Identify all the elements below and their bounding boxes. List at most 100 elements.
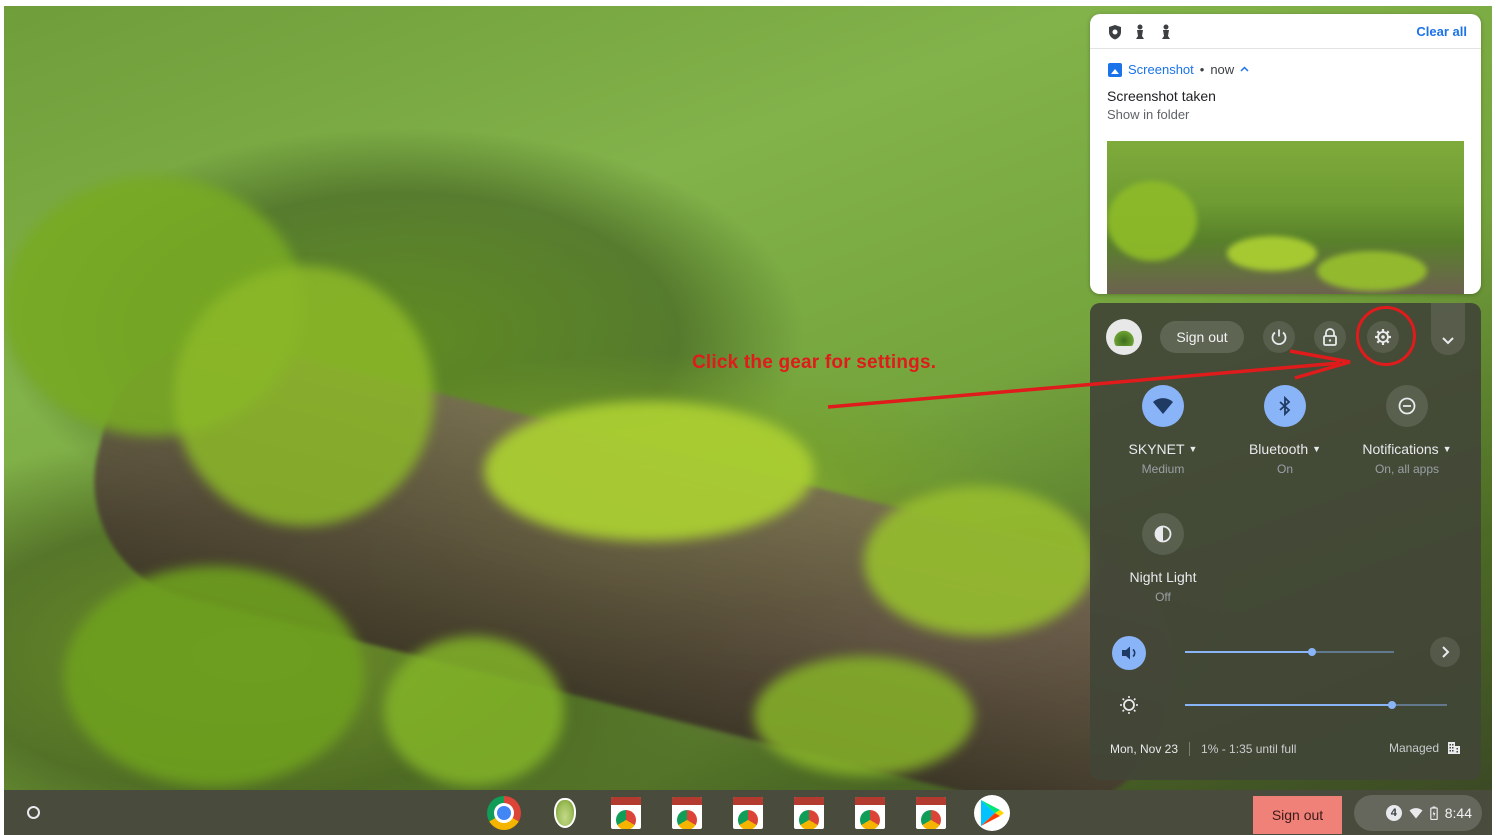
brightness-button[interactable] [1112,688,1146,722]
notifications-status: On, all apps [1374,462,1440,476]
chevron-up-icon[interactable] [1240,64,1249,75]
network-name: SKYNET [1128,441,1185,457]
pawn-icon [1134,24,1148,40]
network-label[interactable]: SKYNET ▼ [1108,441,1218,457]
wifi-icon [1409,808,1423,819]
night-light-label[interactable]: Night Light [1108,569,1218,585]
web-app-icon [611,797,641,829]
bluetooth-name: Bluetooth [1248,441,1309,457]
play-store-app[interactable] [974,795,1010,831]
gear-icon [1375,329,1391,345]
footer-divider [1189,742,1191,756]
web-app-2[interactable] [669,795,705,831]
image-icon [1108,62,1122,77]
wallpaper-moss [864,486,1094,636]
night-light-toggle[interactable] [1142,513,1184,555]
pawn-icon [1160,24,1174,40]
notification-separator: • [1199,62,1205,77]
battery-charging-icon [1429,806,1438,820]
volume-mute-button[interactable] [1112,636,1146,670]
date-label[interactable]: Mon, Nov 23 [1110,742,1178,756]
network-status: Medium [1141,462,1185,476]
show-in-folder-link[interactable]: Show in folder [1107,107,1189,122]
network-toggle[interactable] [1142,385,1184,427]
quick-settings-footer: Mon, Nov 23 1% - 1:35 until full [1110,742,1296,756]
night-light-icon [1154,525,1172,543]
caret-down-icon: ▼ [1442,444,1452,454]
bluetooth-status: On [1276,462,1293,476]
collapse-button[interactable] [1431,303,1465,355]
volume-icon [1122,646,1136,660]
web-app-6[interactable] [913,795,949,831]
tile-bluetooth: Bluetooth ▼ On [1230,385,1340,476]
brightness-slider-thumb[interactable] [1387,701,1396,709]
web-app-icon [855,797,885,829]
settings-button[interactable] [1367,321,1399,353]
web-app-1[interactable] [608,795,644,831]
sign-out-button[interactable]: Sign out [1160,321,1244,353]
thumbnail-moss [1107,181,1197,261]
caret-down-icon: ▼ [1312,444,1322,454]
notifications-toggle[interactable] [1386,385,1428,427]
pear-deck-icon [554,798,576,828]
notification-count-badge: 4 [1385,805,1402,821]
lock-button[interactable] [1314,321,1346,353]
shield-icon [1108,24,1122,40]
status-area[interactable]: 4 8:44 [1354,795,1482,831]
pear-deck-app[interactable] [547,795,583,831]
clock: 8:44 [1444,805,1472,821]
web-app-icon [794,797,824,829]
chrome-app[interactable] [486,795,522,831]
thumbnail-moss [1317,251,1427,291]
screenshot-thumbnail[interactable] [1107,141,1464,294]
do-not-disturb-icon [1398,397,1416,415]
web-app-3[interactable] [730,795,766,831]
bluetooth-label[interactable]: Bluetooth ▼ [1230,441,1340,457]
notification-center: Clear all Screenshot • now Screenshot ta… [1090,14,1481,294]
wallpaper-moss [174,266,434,526]
notification-header: Clear all [1090,14,1481,49]
avatar[interactable] [1106,319,1142,355]
volume-slider-track[interactable] [1312,651,1394,653]
avatar-image [1114,328,1134,346]
power-icon [1271,329,1287,346]
launcher-icon [26,805,40,819]
managed-indicator[interactable]: Managed [1389,741,1461,755]
power-button[interactable] [1263,321,1295,353]
web-app-icon [916,797,946,829]
tile-network: SKYNET ▼ Medium [1108,385,1218,476]
wallpaper-moss [484,401,814,541]
shelf-sign-out-button[interactable]: Sign out [1253,796,1342,834]
launcher-button[interactable] [22,801,44,823]
notification-app-row[interactable]: Screenshot • now [1108,62,1249,77]
audio-settings-button[interactable] [1430,637,1460,667]
wallpaper-moss [754,656,974,776]
chrome-icon [487,796,521,830]
notifications-name: Notifications [1362,441,1439,457]
volume-slider-thumb[interactable] [1308,648,1317,656]
brightness-slider-fill[interactable] [1185,704,1392,706]
web-app-5[interactable] [852,795,888,831]
bluetooth-icon [1279,396,1291,416]
notification-app-name: Screenshot [1128,62,1194,77]
brightness-icon [1120,696,1138,714]
play-store-icon [974,795,1010,831]
night-light-status: Off [1155,590,1171,604]
bluetooth-toggle[interactable] [1264,385,1306,427]
battery-status[interactable]: 1% - 1:35 until full [1201,742,1296,756]
web-app-4[interactable] [791,795,827,831]
tile-night-light: Night Light Off [1108,513,1218,604]
wallpaper-moss [64,566,364,786]
web-app-icon [733,797,763,829]
notifications-label[interactable]: Notifications ▼ [1352,441,1462,457]
wallpaper-moss [384,636,564,786]
brightness-slider-track[interactable] [1391,704,1447,706]
chevron-down-icon [1442,337,1454,345]
building-icon [1448,742,1460,754]
caret-down-icon: ▼ [1188,444,1198,454]
tile-notifications: Notifications ▼ On, all apps [1352,385,1462,476]
volume-slider-fill[interactable] [1185,651,1313,653]
clear-all-button[interactable]: Clear all [1416,24,1467,39]
thumbnail-moss [1227,236,1317,271]
lock-icon [1323,328,1337,346]
